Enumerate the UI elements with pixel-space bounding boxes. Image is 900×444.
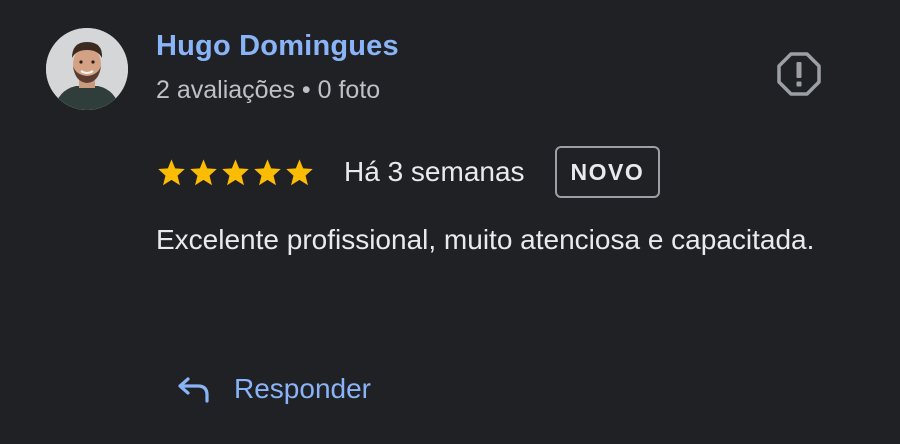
review-card: Hugo Domingues 2 avaliações • 0 foto Há … <box>0 0 900 444</box>
rating-row: Há 3 semanas NOVO <box>157 143 661 201</box>
reviewer-name[interactable]: Hugo Domingues <box>156 30 399 63</box>
reply-label: Responder <box>234 373 371 404</box>
star-icon <box>157 158 186 186</box>
report-icon <box>777 52 821 96</box>
star-rating <box>157 158 314 186</box>
star-icon <box>189 158 218 186</box>
review-text: Excelente profissional, muito atenciosa … <box>156 224 815 255</box>
star-icon <box>285 158 314 186</box>
new-badge: NOVO <box>554 146 661 198</box>
avatar[interactable] <box>46 28 128 110</box>
star-icon <box>221 158 250 186</box>
star-icon <box>253 158 282 186</box>
reply-button[interactable]: Responder <box>176 364 371 414</box>
reviewer-stats: 2 avaliações • 0 foto <box>156 76 381 104</box>
reply-icon <box>178 377 209 403</box>
report-button[interactable] <box>776 51 822 97</box>
review-time: Há 3 semanas <box>344 156 525 187</box>
avatar-image <box>46 28 128 110</box>
